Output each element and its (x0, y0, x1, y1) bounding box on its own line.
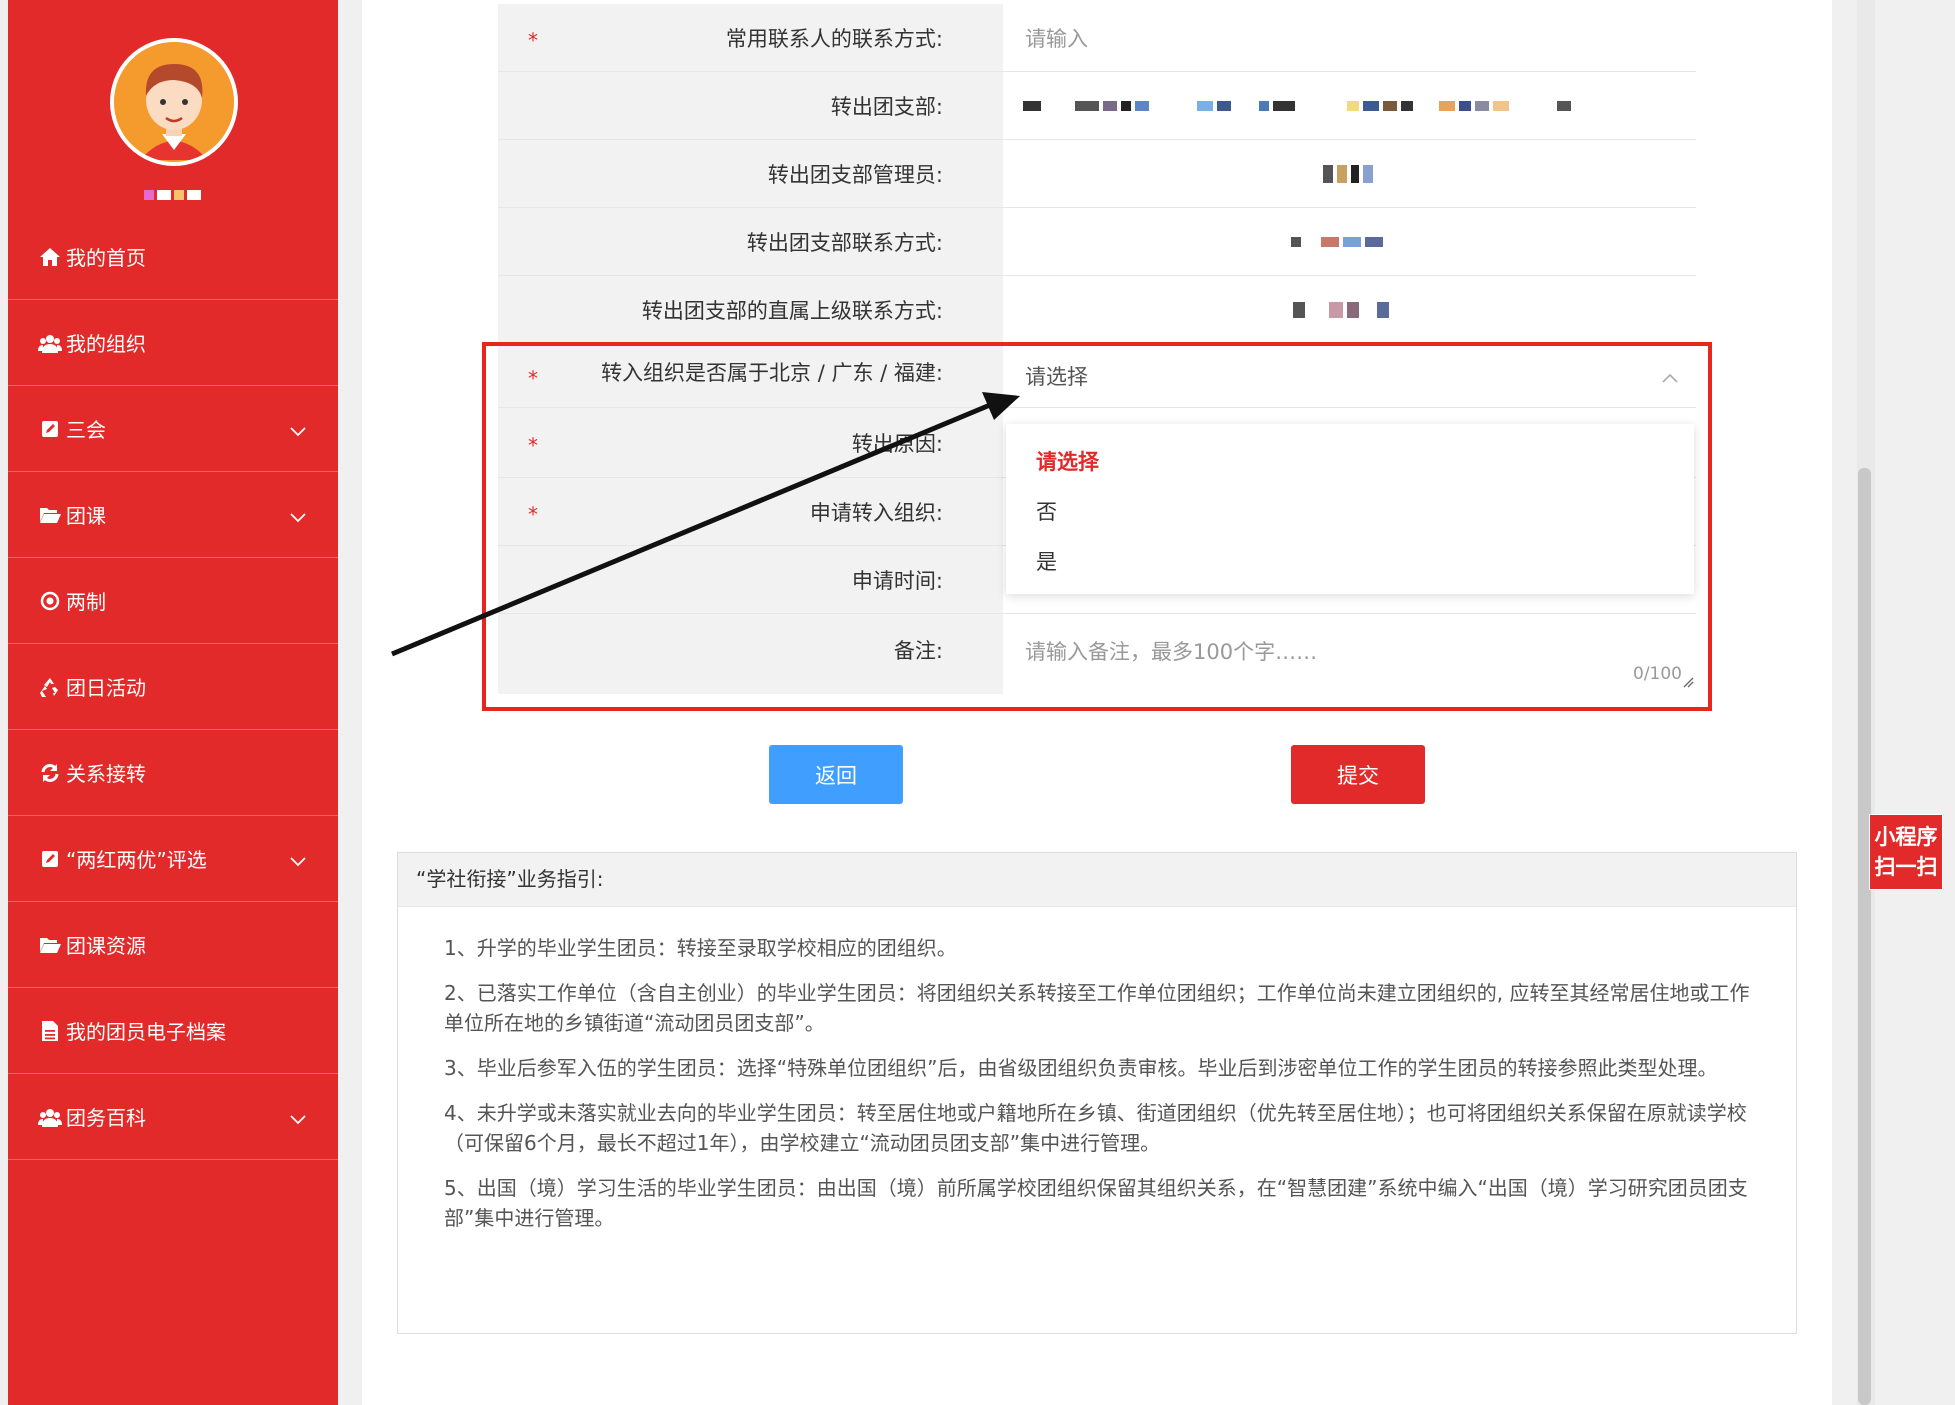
avatar (110, 38, 238, 166)
form-label: 转出团支部的直属上级联系方式: (641, 298, 943, 323)
resize-handle-icon[interactable] (1682, 673, 1694, 692)
users-icon (38, 1105, 62, 1129)
business-guide-panel: “学社衔接”业务指引: 1、升学的毕业学生团员：转接至录取学校相应的团组织。 2… (397, 852, 1797, 1334)
form-row-branch-admin: 转出团支部管理员: (498, 140, 1696, 208)
edit-icon (38, 417, 62, 441)
sidebar-item-label: 我的团员电子档案 (66, 1020, 226, 1044)
textarea-placeholder: 请输入备注，最多100个字…… (1025, 640, 1318, 664)
guide-title: “学社衔接”业务指引: (398, 853, 1796, 907)
form-row-target-province: * 转入组织是否属于北京 / 广东 / 福建: 请选择 (498, 344, 1696, 408)
sidebar-item-my-organization[interactable]: 我的组织 (8, 300, 338, 386)
form-row-superior-contact: 转出团支部的直属上级联系方式: (498, 276, 1696, 344)
chevron-down-icon (290, 1106, 306, 1130)
form-label: 转出团支部: (830, 94, 943, 119)
guide-item: 3、毕业后参军入伍的学生团员：选择“特殊单位团组织”后，由省级团组织负责审核。毕… (444, 1056, 1718, 1080)
sidebar-item-league-day[interactable]: 团日活动 (8, 644, 338, 730)
sidebar-item-home[interactable]: 我的首页 (8, 214, 338, 300)
required-mark: * (528, 432, 538, 457)
province-dropdown: 请选择 否 是 (1006, 424, 1694, 594)
form-label: 常用联系人的联系方式: (725, 26, 943, 51)
sidebar-item-label: 团课 (66, 504, 106, 528)
dropdown-option-no[interactable]: 否 (1036, 496, 1057, 526)
submit-button[interactable]: 提交 (1291, 745, 1425, 804)
chevron-down-icon (290, 418, 306, 442)
sidebar-item-member-archive[interactable]: 我的团员电子档案 (8, 988, 338, 1074)
form-row-transfer-out-branch: 转出团支部: (498, 72, 1696, 140)
required-mark: * (528, 501, 538, 526)
guide-item: 5、出国（境）学习生活的毕业学生团员：由出国（境）前所属学校团组织保留其组织关系… (444, 1176, 1748, 1230)
sidebar-item-label: 关系接转 (66, 762, 146, 786)
select-placeholder: 请选择 (1025, 364, 1088, 389)
input-placeholder: 请输入 (1025, 26, 1088, 51)
branch-value-redacted (1003, 72, 1696, 139)
file-icon (38, 1019, 62, 1043)
dropdown-option-select[interactable]: 请选择 (1036, 446, 1099, 476)
mini-program-line1: 小程序 (1874, 825, 1938, 849)
char-counter: 0/100 (1633, 664, 1682, 684)
form-row-contact: * 常用联系人的联系方式: 请输入 (498, 4, 1696, 72)
branch-contact-redacted (1003, 208, 1696, 275)
folder-open-icon (38, 503, 62, 527)
chevron-down-icon (290, 504, 306, 528)
sidebar: 我的首页 我的组织 三会 团课 两制 团日活动 关系接转 “两红两优”评选 团课… (8, 0, 338, 1405)
form-row-branch-contact: 转出团支部联系方式: (498, 208, 1696, 276)
guide-item: 2、已落实工作单位（含自主创业）的毕业学生团员：将团组织关系转接至工作单位团组织… (444, 981, 1750, 1035)
guide-list: 1、升学的毕业学生团员：转接至录取学校相应的团组织。 2、已落实工作单位（含自主… (398, 907, 1796, 1233)
chevron-up-icon (1662, 368, 1678, 387)
guide-item: 1、升学的毕业学生团员：转接至录取学校相应的团组织。 (444, 936, 957, 960)
mini-program-line2: 扫一扫 (1874, 855, 1938, 879)
sidebar-item-class-resources[interactable]: 团课资源 (8, 902, 338, 988)
folder-open-icon (38, 933, 62, 957)
province-select[interactable]: 请选择 (1003, 344, 1696, 407)
sidebar-item-label: 团务百科 (66, 1106, 146, 1130)
username-redacted (144, 186, 214, 204)
form-label: 备注: (893, 639, 943, 663)
form-row-remarks: 备注: 请输入备注，最多100个字…… 0/100 (498, 614, 1696, 694)
sidebar-item-two-red-two-excellent[interactable]: “两红两优”评选 (8, 816, 338, 902)
form-label: 转出团支部管理员: (767, 162, 943, 187)
required-mark: * (528, 365, 538, 390)
sidebar-item-label: “两红两优”评选 (66, 848, 207, 872)
remarks-textarea[interactable]: 请输入备注，最多100个字…… 0/100 (1003, 614, 1696, 694)
superior-contact-redacted (1003, 276, 1696, 343)
mini-program-scan-badge[interactable]: 小程序 扫一扫 (1869, 814, 1943, 890)
sidebar-item-label: 团课资源 (66, 934, 146, 958)
home-icon (38, 245, 62, 269)
form-label: 申请时间: (851, 568, 943, 593)
recycle-icon (38, 675, 62, 699)
sidebar-item-encyclopedia[interactable]: 团务百科 (8, 1074, 338, 1160)
sidebar-item-label: 两制 (66, 590, 106, 614)
guide-item: 4、未升学或未落实就业去向的毕业学生团员：转至居住地或户籍地所在乡镇、街道团组织… (444, 1101, 1747, 1155)
sidebar-item-label: 我的首页 (66, 246, 146, 270)
form-label: 转出原因: (851, 431, 943, 456)
dropdown-option-yes[interactable]: 是 (1036, 546, 1057, 576)
required-mark: * (528, 27, 538, 52)
sidebar-item-label: 我的组织 (66, 332, 146, 356)
form-label: 转入组织是否属于北京 / 广东 / 福建: (601, 361, 943, 385)
edit-icon (38, 847, 62, 871)
sidebar-item-relation-transfer[interactable]: 关系接转 (8, 730, 338, 816)
contact-input[interactable]: 请输入 (1003, 4, 1696, 71)
refresh-icon (38, 761, 62, 785)
dot-circle-icon (38, 589, 62, 613)
sidebar-item-label: 团日活动 (66, 676, 146, 700)
back-button[interactable]: 返回 (769, 745, 903, 804)
form-label: 申请转入组织: (809, 500, 943, 525)
sidebar-item-two-systems[interactable]: 两制 (8, 558, 338, 644)
sidebar-item-label: 三会 (66, 418, 106, 442)
sidebar-item-three-meetings[interactable]: 三会 (8, 386, 338, 472)
sidebar-item-league-class[interactable]: 团课 (8, 472, 338, 558)
form-label: 转出团支部联系方式: (746, 230, 943, 255)
admin-value-redacted (1003, 140, 1696, 207)
users-icon (38, 331, 62, 355)
chevron-down-icon (290, 848, 306, 872)
scrollbar-thumb[interactable] (1858, 468, 1871, 1405)
